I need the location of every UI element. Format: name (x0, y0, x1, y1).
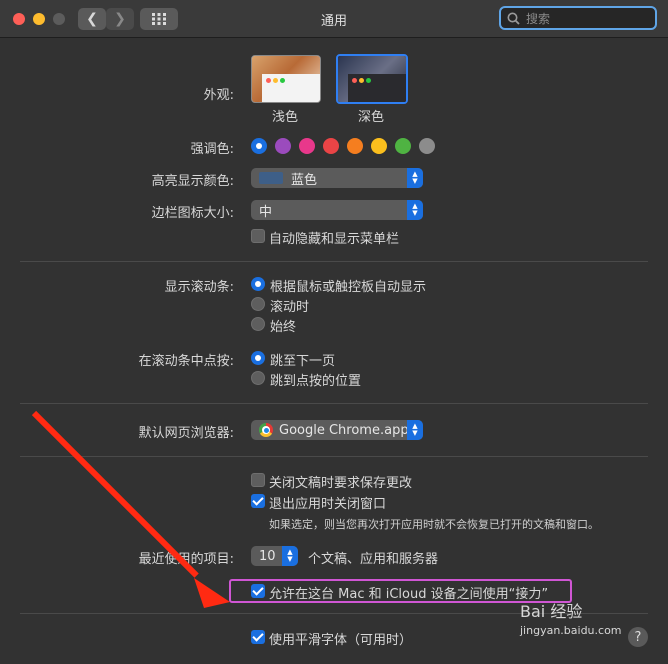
appearance-light-thumbnail[interactable] (251, 55, 321, 103)
scrollbars-when-scrolling-radio[interactable] (251, 297, 265, 311)
scrollbars-automatic-label: 根据鼠标或触控板自动显示 (270, 280, 427, 295)
jump-next-page-radio[interactable] (251, 351, 265, 365)
divider (20, 261, 648, 262)
accent-color-swatch[interactable] (371, 138, 387, 154)
font-smoothing-label: 使用平滑字体（可用时） (269, 633, 413, 648)
scrollbars-automatic-radio[interactable] (251, 277, 265, 291)
accent-color-swatch[interactable] (347, 138, 363, 154)
close-windows-note: 如果选定，则当您再次打开应用时就不会恢复已打开的文稿和窗口。 (269, 518, 599, 531)
sidebar-icon-size-popup[interactable]: 中 ▲ ▼ (251, 200, 423, 220)
highlight-color-swatch (259, 172, 283, 184)
auto-hide-menubar-label: 自动隐藏和显示菜单栏 (269, 232, 400, 247)
jump-next-page-label: 跳至下一页 (270, 354, 336, 369)
title-bar: ❮ ❯ 通用 搜索 (0, 0, 668, 38)
show-scrollbars-label: 显示滚动条: (164, 280, 234, 295)
close-windows-checkbox[interactable] (251, 494, 265, 508)
recent-items-value: 10 (259, 548, 276, 564)
chrome-icon (259, 423, 273, 437)
updown-arrows-icon: ▲ ▼ (282, 546, 298, 566)
search-icon (507, 12, 520, 25)
close-windows-label: 退出应用时关闭窗口 (269, 497, 387, 512)
watermark-url: jingyan.baidu.com (520, 624, 622, 637)
help-button[interactable]: ? (628, 627, 648, 647)
updown-arrows-icon: ▲ ▼ (407, 420, 423, 440)
appearance-label: 外观: (203, 88, 234, 103)
scrollbars-always-label: 始终 (270, 320, 297, 335)
updown-arrows-icon: ▲ ▼ (407, 168, 423, 188)
accent-color-swatch[interactable] (299, 138, 315, 154)
jump-to-spot-radio[interactable] (251, 371, 265, 385)
scrollbars-always-radio[interactable] (251, 317, 265, 331)
appearance-light-label: 浅色 (272, 110, 299, 125)
default-browser-label: 默认网页浏览器: (138, 426, 234, 441)
accent-color-swatch[interactable] (419, 138, 435, 154)
divider (20, 403, 648, 404)
appearance-dark-thumbnail[interactable] (336, 54, 408, 104)
sidebar-icon-size-value: 中 (259, 204, 273, 220)
default-browser-popup[interactable]: Google Chrome.app ▲ ▼ (251, 420, 423, 440)
ask-keep-changes-label: 关闭文稿时要求保存更改 (269, 476, 413, 491)
divider (20, 456, 648, 457)
click-scrollbar-label: 在滚动条中点按: (138, 354, 234, 369)
ask-keep-changes-checkbox[interactable] (251, 473, 265, 487)
annotation-arrowhead-icon (194, 578, 230, 608)
recent-items-popup[interactable]: 10 ▲ ▼ (251, 546, 298, 566)
scrollbars-when-scrolling-label: 滚动时 (270, 300, 310, 315)
updown-arrows-icon: ▲ ▼ (407, 200, 423, 220)
jump-to-spot-label: 跳到点按的位置 (270, 374, 362, 389)
auto-hide-menubar-checkbox[interactable] (251, 229, 265, 243)
search-placeholder: 搜索 (526, 11, 551, 26)
appearance-dark-label: 深色 (358, 110, 385, 125)
accent-color-swatch[interactable] (275, 138, 291, 154)
accent-color-swatch[interactable] (395, 138, 411, 154)
highlight-color-value: 蓝色 (291, 172, 318, 188)
search-input[interactable]: 搜索 (499, 6, 657, 30)
font-smoothing-checkbox[interactable] (251, 630, 265, 644)
sidebar-icon-size-label: 边栏图标大小: (151, 206, 234, 221)
accent-color-swatch[interactable] (251, 138, 267, 154)
recent-items-suffix: 个文稿、应用和服务器 (308, 552, 439, 567)
highlight-color-label: 高亮显示颜色: (151, 174, 234, 189)
default-browser-value: Google Chrome.app (279, 422, 409, 438)
watermark-brand: Bai 经验 (520, 602, 583, 621)
watermark: Bai 经验 jingyan.baidu.com (520, 598, 622, 637)
highlight-color-popup[interactable]: 蓝色 ▲ ▼ (251, 168, 423, 188)
accent-color-swatch[interactable] (323, 138, 339, 154)
accent-color-label: 强调色: (190, 142, 234, 157)
